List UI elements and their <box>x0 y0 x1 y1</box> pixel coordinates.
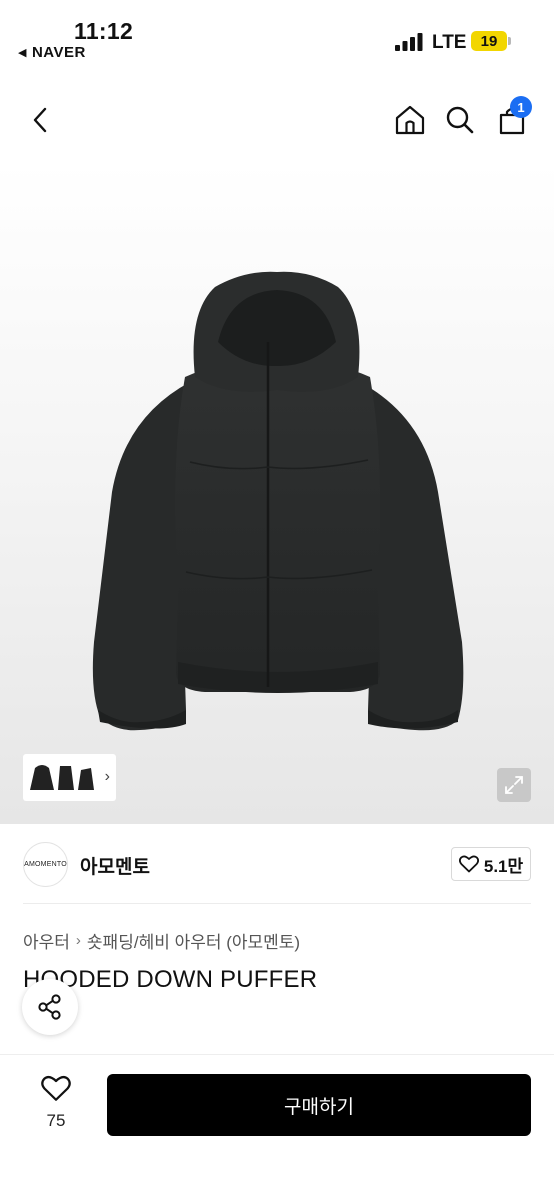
wishlist-button[interactable]: 75 <box>34 1075 78 1131</box>
battery-level: 19 <box>480 32 498 50</box>
breadcrumb-item-subcategory[interactable]: 숏패딩/헤비 아우터 (아모멘토) <box>87 928 300 953</box>
share-icon <box>38 994 61 1020</box>
share-button[interactable] <box>22 979 78 1035</box>
cart-count-badge: 1 <box>510 96 532 118</box>
brand-row[interactable]: AMOMENTO 아모멘토 5.1만 <box>0 824 554 904</box>
expand-image-button[interactable] <box>497 768 531 802</box>
expand-icon <box>505 776 523 794</box>
back-triangle-icon: ◀ <box>18 47 27 59</box>
thumbnail-back[interactable] <box>77 762 95 794</box>
thumbnail-more-icon[interactable]: › <box>105 768 110 786</box>
cart-button[interactable]: 1 <box>494 96 532 138</box>
wishlist-count: 75 <box>46 1111 66 1130</box>
search-icon <box>446 106 474 134</box>
heart-icon <box>458 855 479 873</box>
home-icon <box>395 105 425 135</box>
thumbnail-strip[interactable]: › <box>23 754 116 801</box>
home-button[interactable] <box>392 102 428 138</box>
breadcrumb: 아우터 › 숏패딩/헤비 아우터 (아모멘토) <box>23 928 300 953</box>
thumbnail-side[interactable] <box>57 762 75 794</box>
battery-cap <box>508 37 511 45</box>
back-to-app-link[interactable]: ◀ NAVER <box>18 44 86 61</box>
brand-like-count: 5.1만 <box>483 856 524 876</box>
purchase-bar: 75 구매하기 <box>0 1054 554 1200</box>
product-image-area[interactable]: › <box>0 162 554 824</box>
back-button[interactable] <box>22 102 58 138</box>
chevron-right-icon: › <box>75 932 81 949</box>
network-type: LTE <box>432 32 467 53</box>
heart-icon <box>41 1075 71 1101</box>
signal-icon <box>395 33 423 51</box>
status-time: 11:12 <box>74 18 134 44</box>
back-arrow-icon <box>33 107 47 133</box>
back-app-label: NAVER <box>31 44 86 61</box>
breadcrumb-item-category[interactable]: 아우터 <box>23 928 70 953</box>
status-bar: 11:12 ◀ NAVER LTE 19 <box>0 0 554 78</box>
brand-logo[interactable]: AMOMENTO <box>23 842 68 887</box>
top-nav-bar: 1 <box>0 78 554 162</box>
brand-like-button[interactable]: 5.1만 <box>451 847 531 881</box>
buy-button[interactable]: 구매하기 <box>107 1074 531 1136</box>
product-image-jacket <box>92 271 464 731</box>
thumbnail-front[interactable] <box>29 762 55 794</box>
search-button[interactable] <box>442 102 478 138</box>
brand-name[interactable]: 아모멘토 <box>80 852 150 879</box>
battery-indicator: 19 <box>471 31 507 51</box>
divider <box>23 903 531 904</box>
